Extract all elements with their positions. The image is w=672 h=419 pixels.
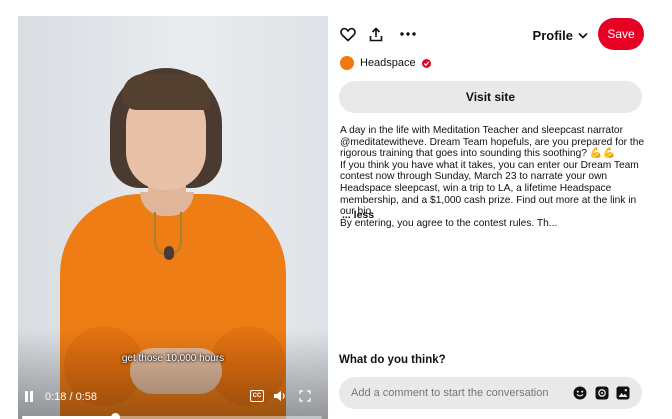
show-less-link[interactable]: ... less [342,209,374,221]
share-icon[interactable] [364,22,388,46]
current-time: 0:18 [45,391,67,403]
description-line: By entering, you agree to the contest ru… [340,217,558,229]
creator-link[interactable]: Headspace [340,56,431,70]
video-progress-thumb[interactable] [111,413,120,419]
presenter-fringe [122,74,210,110]
save-button[interactable]: Save [598,18,644,50]
visit-site-button[interactable]: Visit site [339,81,642,113]
duration: / 0:58 [69,391,98,403]
description-line: If you think you have what it takes, you… [340,159,639,218]
pause-icon[interactable] [24,391,36,403]
volume-icon[interactable] [273,390,287,402]
more-icon[interactable] [396,22,420,46]
description-line: A day in the life with Meditation Teache… [340,125,645,160]
comment-placeholder: Add a comment to start the conversation [351,387,549,399]
necklace-pendant [164,246,174,260]
creator-name: Headspace [360,57,416,69]
comment-input[interactable]: Add a comment to start the conversation [339,377,642,409]
verified-icon [421,58,431,68]
profile-button[interactable]: Profile [533,24,588,46]
video-player[interactable]: get those 10,000 hours 0:18 / 0:58 CC [18,16,328,419]
video-panel: get those 10,000 hours 0:18 / 0:58 CC [0,0,328,419]
comments-title: What do you think? [339,354,446,366]
captions-icon[interactable]: CC [250,390,264,402]
emoji-icon[interactable] [573,386,587,400]
video-caption: get those 10,000 hours [121,353,225,364]
pin-toolbar: Profile Save [336,18,644,52]
image-icon[interactable] [616,386,630,400]
heart-icon[interactable] [336,22,360,46]
sticker-icon[interactable] [595,386,609,400]
pin-description: A day in the life with Meditation Teache… [340,125,646,229]
chevron-down-icon [578,32,588,39]
profile-label: Profile [532,27,573,43]
fullscreen-icon[interactable] [298,390,312,402]
video-controls-shade [18,329,328,419]
video-time: 0:18 / 0:58 [45,391,97,403]
avatar [340,56,354,70]
